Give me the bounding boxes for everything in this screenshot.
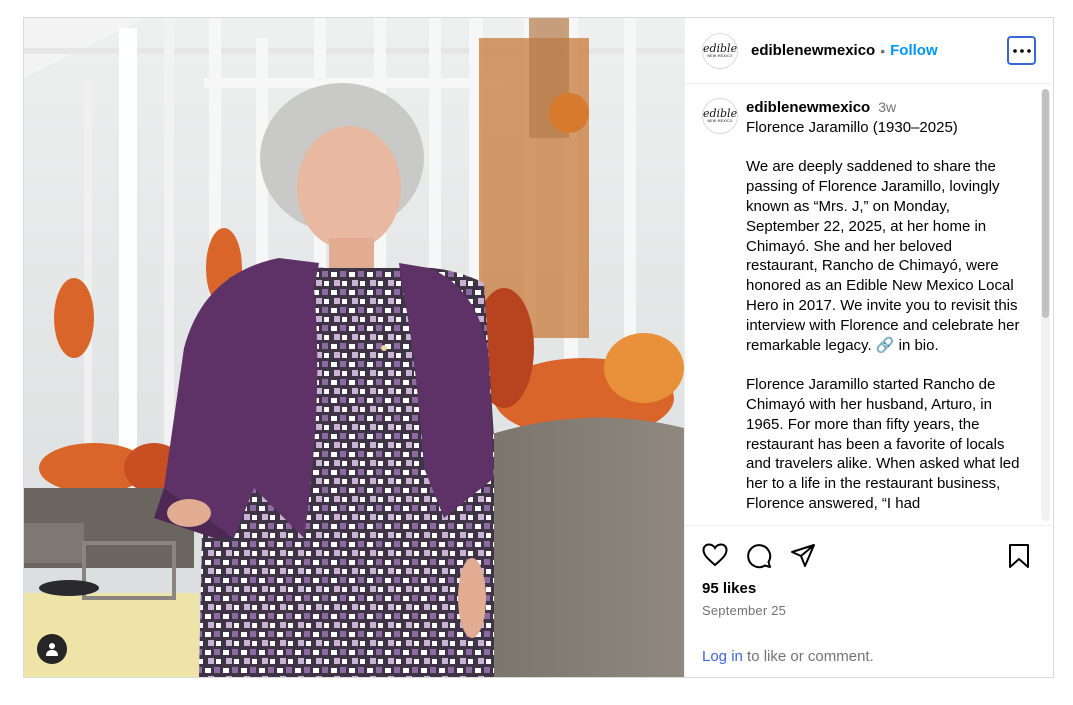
login-suffix: to like or comment. xyxy=(742,648,874,665)
caption-title: Florence Jaramillo (1930–2025) xyxy=(746,118,958,136)
share-icon xyxy=(791,544,815,567)
avatar-text-top: edible xyxy=(702,41,738,55)
avatar-text-bottom: NEW MEXICO xyxy=(707,119,733,123)
avatar[interactable]: edible NEW MEXICO xyxy=(702,32,738,69)
post-sidebar: edible NEW MEXICO ediblenewmexico • Foll… xyxy=(684,18,1053,677)
separator-dot: • xyxy=(880,42,886,59)
caption-username[interactable]: ediblenewmexico xyxy=(746,98,870,118)
caption-time[interactable]: 3w xyxy=(878,98,896,118)
like-button[interactable] xyxy=(702,543,730,571)
avatar-text-top: edible xyxy=(702,107,738,120)
login-link[interactable]: Log in xyxy=(702,648,743,665)
likes-count[interactable]: 95 likes xyxy=(702,580,756,597)
action-bar xyxy=(702,543,1037,573)
post-header: edible NEW MEXICO ediblenewmexico • Foll… xyxy=(685,18,1053,84)
caption-body: ediblenewmexico 3w Florence Jaramillo (1… xyxy=(746,98,1026,514)
post-date[interactable]: September 25 xyxy=(702,603,786,618)
comment-button[interactable] xyxy=(746,543,774,571)
scrollbar-thumb[interactable] xyxy=(1042,89,1049,318)
scrollbar[interactable] xyxy=(1041,89,1050,521)
comments-section[interactable]: edible NEW MEXICO ediblenewmexico 3w Flo… xyxy=(685,85,1053,526)
instagram-post: edible NEW MEXICO ediblenewmexico • Foll… xyxy=(23,17,1054,678)
caption-paragraph: Florence Jaramillo started Rancho de Chi… xyxy=(746,376,1020,512)
comment-icon xyxy=(747,544,772,569)
caption-text: Florence Jaramillo (1930–2025) We are de… xyxy=(746,118,1026,514)
caption-header: ediblenewmexico 3w xyxy=(746,98,1026,118)
user-tag-icon xyxy=(46,643,58,656)
post-photo-image xyxy=(24,18,684,677)
login-prompt: Log in to like or comment. xyxy=(702,648,874,665)
share-button[interactable] xyxy=(790,543,818,571)
more-options-button[interactable] xyxy=(1007,36,1036,65)
follow-button[interactable]: Follow xyxy=(890,42,938,59)
caption-avatar[interactable]: edible NEW MEXICO xyxy=(702,98,738,134)
user-tag-button[interactable] xyxy=(37,634,67,664)
save-icon xyxy=(1009,544,1029,568)
post-photo[interactable] xyxy=(24,18,684,677)
caption-paragraph: We are deeply saddened to share the pass… xyxy=(746,158,1020,354)
avatar-text-bottom: NEW MEXICO xyxy=(707,53,733,58)
save-button[interactable] xyxy=(1007,543,1035,571)
more-options-icon xyxy=(1012,48,1031,53)
heart-icon xyxy=(702,543,728,567)
header-username[interactable]: ediblenewmexico xyxy=(751,42,875,59)
caption: edible NEW MEXICO ediblenewmexico 3w Flo… xyxy=(702,98,1026,514)
